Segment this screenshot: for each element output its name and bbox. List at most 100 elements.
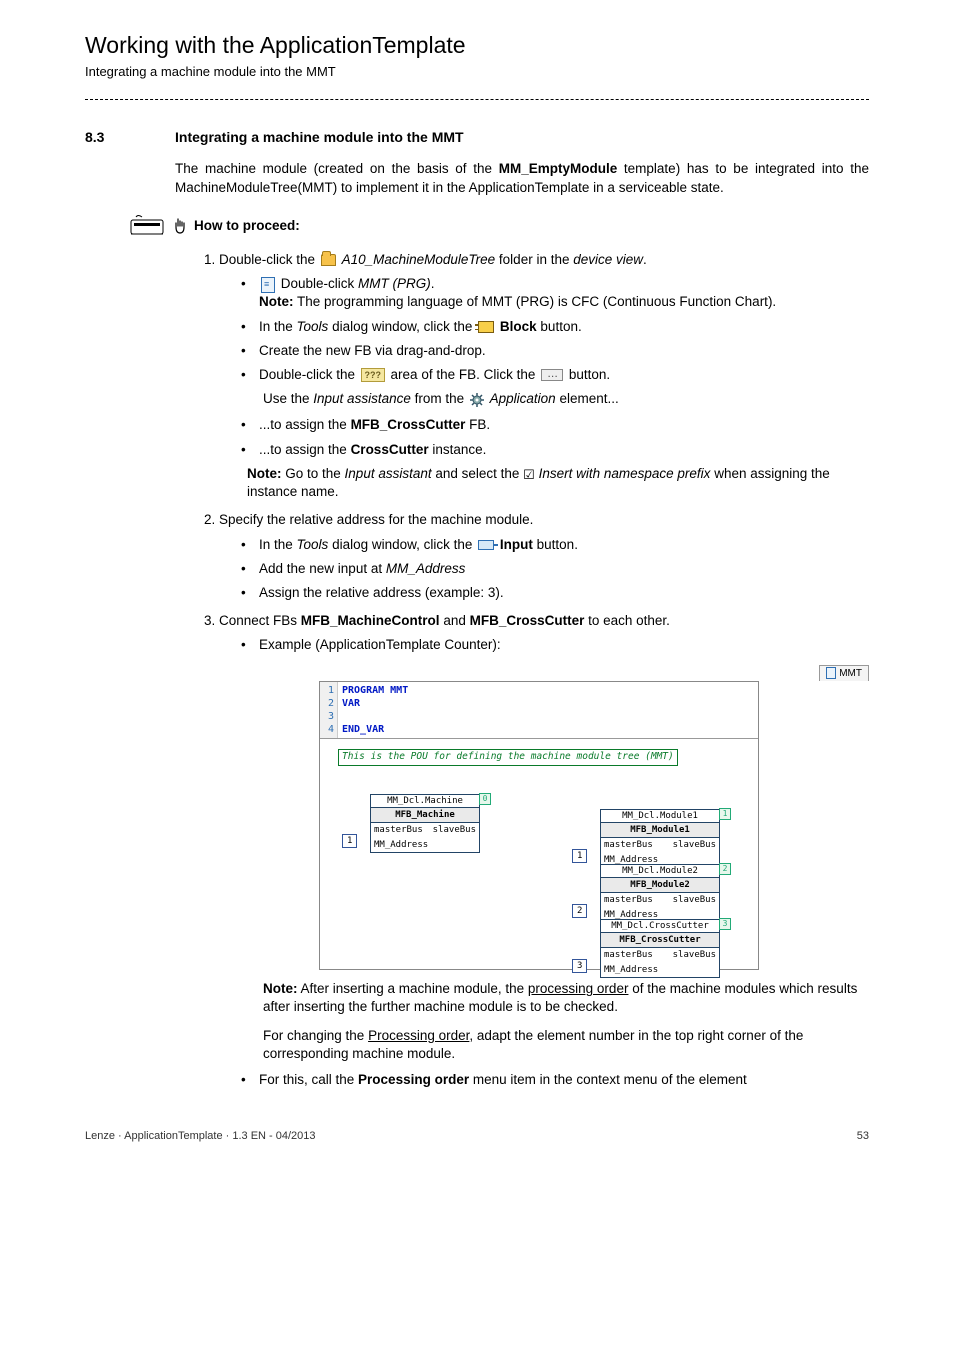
processing-order-link[interactable]: Processing order [368, 1028, 469, 1043]
port-right: slaveBus [673, 894, 716, 906]
how-to-proceed-row: How to proceed: [130, 215, 869, 237]
cfc-canvas: This is the POU for defining the machine… [320, 739, 758, 969]
port-left: masterBus [604, 949, 653, 961]
port-left: masterBus [604, 894, 653, 906]
fb-type: MFB_Module2 [601, 878, 719, 893]
section-title: Integrating a machine module into the MM… [175, 128, 464, 147]
note-label: Note: [247, 466, 282, 481]
input-label: Input [500, 537, 533, 552]
text: FB. [465, 417, 490, 432]
text: Double-click [277, 276, 358, 291]
text: Connect FBs [219, 613, 301, 628]
text: to each other. [584, 613, 670, 628]
assign-mfb-crosscutter: ...to assign the MFB_CrossCutter FB. [247, 416, 869, 434]
note-label: Note: [263, 981, 298, 996]
text: button. [565, 367, 610, 382]
text: The machine module (created on the basis… [175, 161, 499, 176]
use-input-assistance: Use the Input assistance from the Applic… [263, 390, 869, 408]
hand-icon [172, 217, 186, 235]
step1-bullet-create-fb: Create the new FB via drag-and-drop. [247, 342, 869, 360]
code-line [342, 710, 408, 723]
order-badge: 3 [719, 918, 731, 930]
fb-crosscutter: MM_Dcl.CrossCutter MFB_CrossCutter maste… [600, 919, 720, 978]
instance-name: CrossCutter [351, 442, 429, 457]
address-input: 3 [572, 959, 587, 973]
order-badge: 1 [719, 808, 731, 820]
change-processing-order: For changing the Processing order, adapt… [263, 1027, 869, 1063]
section-number: 8.3 [85, 128, 175, 147]
note-label: Note: [259, 294, 294, 309]
port-right: slaveBus [673, 839, 716, 851]
fb-machine: MM_Dcl.Machine MFB_Machine masterBusslav… [370, 794, 480, 853]
step-2: Specify the relative address for the mac… [219, 511, 869, 602]
processing-order-link[interactable]: processing order [528, 981, 629, 996]
namespace-option: Insert with namespace prefix [539, 466, 711, 481]
address-input: 1 [572, 849, 587, 863]
text: menu item in the context menu of the ele… [469, 1072, 747, 1087]
text: For changing the [263, 1028, 368, 1043]
page-subtitle: Integrating a machine module into the MM… [85, 63, 869, 81]
block-icon [478, 321, 494, 333]
line-gutter: 1234 [320, 682, 338, 738]
note-insert-namespace: Note: Go to the Input assistant and sele… [247, 465, 869, 501]
question-marks-icon: ??? [361, 368, 385, 382]
code-line: PROGRAM MMT [342, 685, 408, 696]
folder-name: A10_MachineModuleTree [342, 252, 496, 267]
mmt-prg: MMT (PRG) [358, 276, 431, 291]
document-icon [261, 277, 275, 293]
text: For this, call the [259, 1072, 358, 1087]
template-name: MM_EmptyModule [499, 161, 618, 176]
gear-icon [470, 393, 484, 407]
tools-dialog: Tools [297, 537, 329, 552]
text: . [643, 252, 647, 267]
text: folder in the [499, 252, 573, 267]
document-icon [826, 667, 836, 679]
block-label: Block [500, 319, 537, 334]
step2-bullet-add-input: Add the new input at MM_Address [247, 560, 869, 578]
code-line: END_VAR [342, 724, 384, 735]
step-3: Connect FBs MFB_MachineControl and MFB_C… [219, 612, 869, 1089]
code-line: VAR [342, 698, 360, 709]
text: Go to the [282, 466, 345, 481]
step2-bullet-assign-address: Assign the relative address (example: 3)… [247, 584, 869, 602]
tab-label: MMT [839, 667, 862, 681]
port-left: masterBus [374, 824, 423, 836]
fb-instance: MM_Dcl.Module2 [601, 865, 719, 878]
port-left: masterBus [604, 839, 653, 851]
input-assistance: Input assistance [313, 391, 411, 406]
text: ...to assign the [259, 417, 351, 432]
step1-bullet-doubleclick-mmt: Double-click MMT (PRG). Note: The progra… [247, 275, 869, 311]
text: button. [537, 319, 582, 334]
text: and [440, 613, 470, 628]
how-to-proceed-label: How to proceed: [194, 217, 300, 235]
fb-module2: MM_Dcl.Module2 MFB_Module2 masterBus slav… [600, 864, 720, 923]
fb-name: MFB_CrossCutter [351, 417, 466, 432]
fb-instance: MM_Dcl.Module1 [601, 810, 719, 823]
text: from the [411, 391, 468, 406]
editor-tab: MMT [819, 665, 869, 682]
port-addr: MM_Address [604, 964, 658, 976]
text: Add the new input at [259, 561, 386, 576]
text: In the [259, 537, 297, 552]
device-view: device view [573, 252, 643, 267]
fb-type: MFB_Module1 [601, 823, 719, 838]
text: Double-click the [219, 252, 319, 267]
fb-machinecontrol: MFB_MachineControl [301, 613, 440, 628]
text: instance. [429, 442, 487, 457]
mm-address: MM_Address [386, 561, 466, 576]
text: dialog window, click the [328, 319, 476, 334]
port-right: slaveBus [433, 824, 476, 836]
cfc-figure: MMT 1234 PROGRAM MMT VAR END_VAR [319, 665, 869, 971]
assign-crosscutter-instance: ...to assign the CrossCutter instance. [247, 441, 869, 459]
text: Specify the relative address for the mac… [219, 512, 533, 527]
input-icon [478, 540, 494, 550]
footer-left: Lenze · ApplicationTemplate · 1.3 EN - 0… [85, 1129, 316, 1144]
step1-bullet-block-button: In the Tools dialog window, click the Bl… [247, 318, 869, 336]
order-badge: 2 [719, 863, 731, 875]
fb-type: MFB_Machine [371, 808, 479, 823]
code-pane: 1234 PROGRAM MMT VAR END_VAR [320, 682, 758, 739]
page-title: Working with the ApplicationTemplate [85, 30, 869, 61]
address-input: 2 [572, 904, 587, 918]
fb-instance: MM_Dcl.CrossCutter [601, 920, 719, 933]
fb-type: MFB_CrossCutter [601, 933, 719, 948]
